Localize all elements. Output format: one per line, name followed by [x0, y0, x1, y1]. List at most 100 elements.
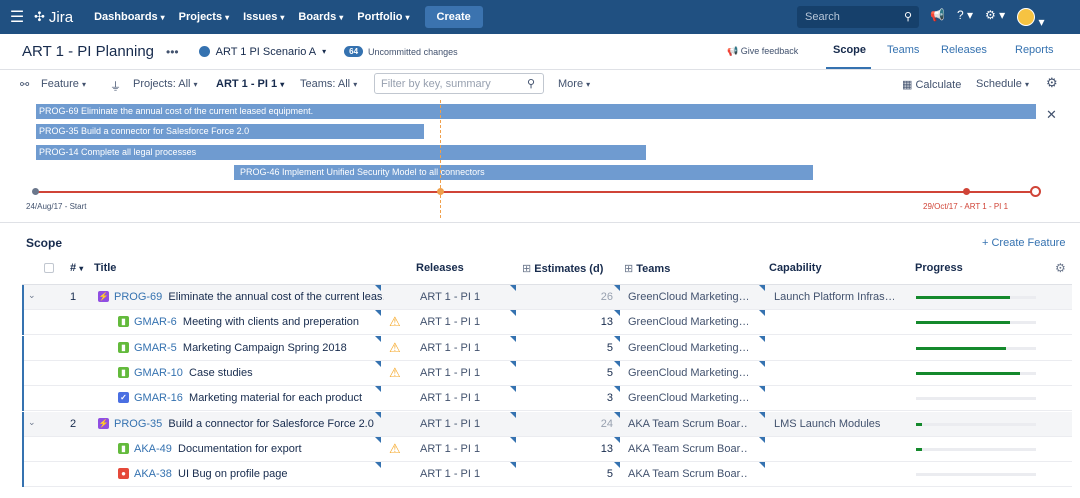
issue-key-link[interactable]: AKA-38 — [134, 468, 172, 480]
nav-portfolio[interactable]: Portfolio ▾ — [357, 11, 409, 23]
column-title[interactable]: Title — [94, 262, 116, 274]
more-actions-icon[interactable]: ••• — [166, 45, 179, 59]
search-input[interactable]: Search ⚲ — [797, 6, 919, 28]
table-row[interactable]: ● AKA-38 UI Bug on profile page ART 1 - PI… — [22, 462, 1072, 488]
team-cell[interactable]: GreenCloud Marketing… — [628, 291, 748, 303]
table-row[interactable]: ⌄ 1 ⚡ PROG-69 Eliminate the annual cost of … — [22, 285, 1072, 310]
timeline-bar[interactable]: PROG-69 Eliminate the annual cost of the… — [36, 104, 1036, 119]
issue-key-link[interactable]: PROG-35 — [114, 418, 162, 430]
release-cell[interactable]: ART 1 - PI 1 — [420, 342, 480, 354]
estimate-cell[interactable]: 5 — [583, 367, 613, 379]
estimate-cell[interactable]: 5 — [583, 468, 613, 480]
settings-gear-icon[interactable]: ⚙ — [1046, 75, 1058, 91]
close-icon[interactable]: ✕ — [1046, 107, 1057, 123]
hierarchy-dropdown[interactable]: Feature ▾ — [41, 78, 86, 90]
collapse-chevron-icon[interactable]: ⌄ — [28, 290, 36, 301]
menu-icon[interactable]: ☰ — [0, 7, 34, 27]
calculate-button[interactable]: ▦ Calculate — [902, 78, 961, 91]
tab-scope[interactable]: Scope — [833, 44, 866, 56]
collapse-chevron-icon[interactable]: ⌄ — [28, 417, 36, 428]
warning-icon[interactable]: ⚠ — [389, 365, 401, 381]
column-capability[interactable]: Capability — [769, 262, 822, 274]
column-releases[interactable]: Releases — [416, 262, 464, 274]
issue-key-link[interactable]: GMAR-6 — [134, 316, 177, 328]
table-row[interactable]: ▮ GMAR-5 Marketing Campaign Spring 2018 ⚠ A… — [22, 335, 1072, 361]
end-marker[interactable] — [1030, 186, 1041, 197]
column-settings-gear-icon[interactable]: ⚙ — [1055, 261, 1066, 275]
nav-issues[interactable]: Issues ▾ — [243, 11, 284, 23]
gear-icon[interactable]: ⚙ ▾ — [985, 8, 1005, 29]
issue-key-link[interactable]: GMAR-16 — [134, 392, 183, 404]
help-icon[interactable]: ? ▾ — [957, 8, 973, 29]
table-row[interactable]: ▮ GMAR-6 Meeting with clients and prepera… — [22, 310, 1072, 336]
release-dropdown[interactable]: ART 1 - PI 1 ▾ — [216, 78, 284, 90]
release-cell[interactable]: ART 1 - PI 1 — [420, 443, 480, 455]
estimate-cell[interactable]: 26 — [583, 291, 613, 303]
team-cell[interactable]: GreenCloud Marketing… — [628, 367, 748, 379]
nav-boards[interactable]: Boards ▾ — [298, 11, 343, 23]
column-estimates[interactable]: ⊞ Estimates (d) — [522, 262, 603, 275]
team-cell[interactable]: GreenCloud Marketing… — [628, 342, 748, 354]
release-cell[interactable]: ART 1 - PI 1 — [420, 418, 480, 430]
release-cell[interactable]: ART 1 - PI 1 — [420, 291, 480, 303]
release-cell[interactable]: ART 1 - PI 1 — [420, 367, 480, 379]
uncommitted-changes[interactable]: 64 Uncommitted changes — [344, 46, 458, 57]
table-row[interactable]: ▮ GMAR-10 Case studies ⚠ ART 1 - PI 1 5 Green… — [22, 360, 1072, 386]
nav-projects[interactable]: Projects ▾ — [179, 11, 229, 23]
estimate-cell[interactable]: 5 — [583, 342, 613, 354]
estimate-cell[interactable]: 3 — [583, 392, 613, 404]
estimate-cell[interactable]: 24 — [583, 418, 613, 430]
release-marker[interactable] — [963, 188, 970, 195]
column-teams[interactable]: ⊞ Teams — [624, 262, 670, 275]
issue-key-link[interactable]: AKA-49 — [134, 443, 172, 455]
megaphone-icon[interactable]: 📢 — [930, 8, 945, 29]
table-row[interactable]: ▮ AKA-49 Documentation for export ⚠ ART 1 -… — [22, 436, 1072, 462]
projects-dropdown[interactable]: Projects: All ▾ — [133, 78, 198, 90]
tab-teams[interactable]: Teams — [887, 44, 919, 56]
timeline-bar[interactable]: PROG-46 Implement Unified Security Model… — [234, 165, 813, 180]
give-feedback-link[interactable]: 📢 Give feedback — [727, 46, 798, 57]
release-cell[interactable]: ART 1 - PI 1 — [420, 392, 480, 404]
column-number[interactable]: # ▾ — [70, 262, 83, 274]
timeline-bar[interactable]: PROG-35 Build a connector for Salesforce… — [36, 124, 424, 139]
filter-input[interactable]: Filter by key, summary ⚲ — [374, 73, 544, 94]
column-progress[interactable]: Progress — [915, 262, 963, 274]
avatar[interactable]: ▾ — [1017, 8, 1044, 29]
capability-cell[interactable]: LMS Launch Modules — [774, 418, 894, 430]
tab-releases[interactable]: Releases — [941, 44, 987, 56]
warning-icon[interactable]: ⚠ — [389, 441, 401, 457]
jira-logo[interactable]: ✣ Jira — [34, 9, 73, 26]
team-cell[interactable]: GreenCloud Marketing… — [628, 392, 748, 404]
estimate-cell[interactable]: 13 — [583, 443, 613, 455]
timeline-divider[interactable] — [0, 222, 1080, 223]
more-dropdown[interactable]: More ▾ — [558, 78, 590, 90]
projects-label: Projects: All — [133, 78, 191, 90]
team-cell[interactable]: GreenCloud Marketing… — [628, 316, 748, 328]
tab-reports[interactable]: Reports — [1015, 44, 1054, 56]
timeline-bar[interactable]: PROG-14 Complete all legal processes — [36, 145, 646, 160]
team-cell[interactable]: AKA Team Scrum Boar… — [628, 468, 748, 480]
warning-icon[interactable]: ⚠ — [389, 340, 401, 356]
edit-corner-marker — [759, 462, 765, 469]
release-cell[interactable]: ART 1 - PI 1 — [420, 316, 480, 328]
release-cell[interactable]: ART 1 - PI 1 — [420, 468, 480, 480]
edit-corner-marker — [375, 386, 381, 393]
estimate-cell[interactable]: 13 — [583, 316, 613, 328]
create-button[interactable]: Create — [424, 6, 483, 28]
team-cell[interactable]: AKA Team Scrum Boar… — [628, 418, 748, 430]
start-marker[interactable] — [32, 188, 39, 195]
issue-key-link[interactable]: PROG-69 — [114, 291, 162, 303]
scenario-dropdown[interactable]: ART 1 PI Scenario A ▾ — [198, 46, 326, 58]
warning-icon[interactable]: ⚠ — [389, 314, 401, 330]
issue-key-link[interactable]: GMAR-10 — [134, 367, 183, 379]
teams-dropdown[interactable]: Teams: All ▾ — [300, 78, 357, 90]
issue-key-link[interactable]: GMAR-5 — [134, 342, 177, 354]
schedule-dropdown[interactable]: Schedule ▾ — [976, 78, 1029, 90]
team-cell[interactable]: AKA Team Scrum Boar… — [628, 443, 748, 455]
capability-cell[interactable]: Launch Platform Infras… — [774, 291, 894, 303]
table-row[interactable]: ✓ GMAR-16 Marketing material for each pro… — [22, 386, 1072, 412]
select-all-checkbox[interactable] — [44, 263, 54, 273]
create-feature-link[interactable]: + Create Feature — [982, 237, 1065, 249]
nav-dashboards[interactable]: Dashboards ▾ — [94, 11, 165, 23]
table-row[interactable]: ⌄ 2 ⚡ PROG-35 Build a connector for Salesfo… — [22, 411, 1072, 437]
